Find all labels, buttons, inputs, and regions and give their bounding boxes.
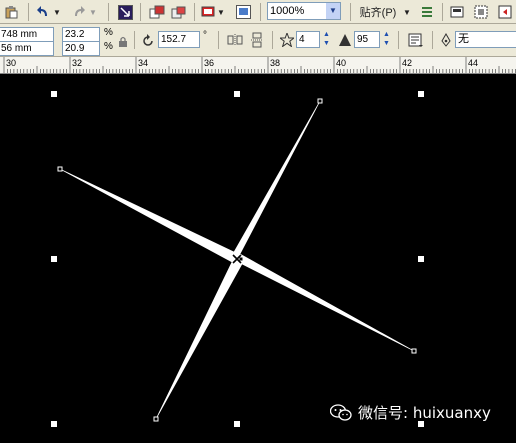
scale-y-value: 20.9 [65, 43, 85, 54]
rotation-field[interactable]: 152.7 [158, 31, 200, 48]
ruler-label: 40 [336, 58, 347, 68]
selection-handle[interactable] [234, 91, 240, 97]
wrap-text-icon[interactable] [406, 31, 426, 49]
object-height-value: 56 mm [1, 43, 32, 54]
rotate-icon [140, 32, 156, 50]
ruler-label: 44 [468, 58, 479, 68]
zoom-value: 1000% [270, 5, 305, 17]
mirror-horizontal-icon[interactable] [226, 31, 244, 49]
chevron-down-icon[interactable]: ▼ [326, 3, 340, 19]
snap-label: 贴齐(P) [359, 7, 397, 19]
node-handle[interactable] [153, 416, 159, 422]
selection-handle[interactable] [51, 91, 57, 97]
lock-ratio-icon[interactable] [117, 32, 129, 50]
app-launcher-dropdown-icon[interactable]: ▼ [216, 3, 226, 21]
docker-toggle-icon[interactable] [496, 3, 514, 21]
ruler-label: 38 [270, 58, 281, 68]
watermark-text: 微信号: huixuanxy [358, 404, 491, 422]
node-handle[interactable] [57, 166, 63, 172]
options-icon[interactable] [418, 3, 436, 21]
wechat-icon [330, 403, 352, 421]
object-height-field[interactable]: 56 mm [0, 41, 54, 56]
stepper-up-icon[interactable]: ▲ [381, 30, 392, 39]
selection-handle[interactable] [51, 421, 57, 427]
zoom-select[interactable]: 1000% ▼ [267, 2, 341, 20]
snap-button[interactable]: 贴齐(P) [358, 3, 398, 21]
node-handle[interactable] [411, 348, 417, 354]
node-handle[interactable] [238, 256, 244, 262]
mirror-vertical-icon[interactable] [248, 31, 266, 49]
ruler-label: 42 [402, 58, 413, 68]
ruler-label: 32 [72, 58, 83, 68]
snap-dropdown-icon[interactable]: ▼ [402, 3, 412, 21]
redo-icon[interactable] [70, 3, 88, 21]
paste-icon[interactable] [2, 3, 20, 21]
object-width-value: 748 mm [1, 29, 38, 40]
selection-handle[interactable] [418, 91, 424, 97]
percent-x-label: % [104, 27, 113, 38]
star-points-stepper[interactable]: ▲ ▼ [321, 30, 332, 48]
stepper-down-icon[interactable]: ▼ [321, 39, 332, 48]
scale-y-field[interactable]: 20.9 [62, 41, 100, 56]
degree-label: ° [203, 30, 207, 41]
export-icon[interactable] [148, 3, 166, 21]
stepper-up-icon[interactable]: ▲ [321, 30, 332, 39]
node-handle[interactable] [317, 98, 323, 104]
star-points-field[interactable]: 4 [296, 31, 320, 48]
object-manager-icon[interactable] [448, 3, 466, 21]
property-bar: 748 mm 56 mm 23.2 20.9 % % 152.7 ° 4 ▲ ▼… [0, 24, 516, 57]
star-points-value: 4 [299, 34, 305, 45]
undo-dropdown-icon[interactable]: ▼ [52, 3, 62, 21]
percent-y-label: % [104, 41, 113, 52]
star-points-icon [280, 31, 294, 49]
star-sharpness-icon [338, 31, 352, 49]
outline-width-value: 无 [458, 33, 469, 45]
outline-width-select[interactable]: 无 [455, 31, 516, 48]
welcome-screen-icon[interactable] [234, 3, 252, 21]
import-icon[interactable] [116, 3, 134, 21]
selection-handle[interactable] [234, 421, 240, 427]
wechat-watermark: 微信号: huixuanxy [330, 402, 491, 423]
drawing-canvas[interactable] [0, 74, 516, 443]
selection-handle[interactable] [51, 256, 57, 262]
ruler-label: 34 [138, 58, 149, 68]
page-layout-icon[interactable] [472, 3, 490, 21]
scale-x-value: 23.2 [65, 29, 85, 40]
scale-x-field[interactable]: 23.2 [62, 27, 100, 42]
stepper-down-icon[interactable]: ▼ [381, 39, 392, 48]
app-launcher-icon[interactable] [200, 3, 216, 21]
star-sharpness-value: 95 [357, 34, 369, 45]
undo-icon[interactable] [34, 3, 52, 21]
selection-handle[interactable] [418, 256, 424, 262]
rotation-value: 152.7 [161, 34, 187, 45]
object-width-field[interactable]: 748 mm [0, 27, 54, 42]
ruler-label: 36 [204, 58, 215, 68]
star-sharpness-field[interactable]: 95 [354, 31, 380, 48]
publish-icon[interactable] [170, 3, 188, 21]
standard-toolbar: ▼ ▼ ▼ 1000% ▼ 贴齐(P) ▼ [0, 0, 516, 24]
horizontal-ruler[interactable]: 30 32 34 36 38 40 42 44 [0, 57, 516, 74]
star-sharpness-stepper[interactable]: ▲ ▼ [381, 30, 392, 48]
redo-dropdown-icon[interactable]: ▼ [88, 3, 98, 21]
outline-pen-icon [438, 31, 454, 49]
ruler-label: 30 [6, 58, 17, 68]
